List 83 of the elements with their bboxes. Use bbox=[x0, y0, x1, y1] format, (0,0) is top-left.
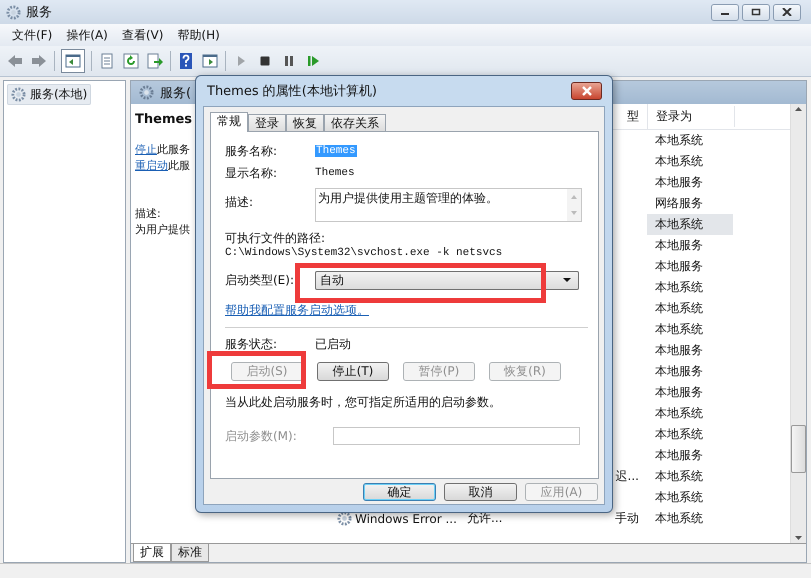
table-cell: 允许... bbox=[467, 510, 502, 527]
table-cell[interactable]: 网络服务 bbox=[647, 193, 733, 214]
back-arrow-icon[interactable] bbox=[6, 52, 24, 70]
help-icon[interactable] bbox=[177, 52, 195, 70]
console-tree-icon[interactable] bbox=[61, 49, 85, 73]
action-link[interactable]: 停止 bbox=[135, 142, 157, 158]
dialog-tab[interactable]: 常规 bbox=[210, 112, 248, 132]
close-button[interactable] bbox=[773, 4, 801, 20]
refresh-icon[interactable] bbox=[122, 52, 140, 70]
dialog-tab[interactable]: 登录 bbox=[248, 114, 286, 131]
table-cell[interactable]: 本地系统 bbox=[647, 277, 733, 298]
service-title: Themes bbox=[135, 112, 192, 128]
tree-item-label: 服务(本地) bbox=[30, 86, 88, 103]
close-icon bbox=[580, 86, 592, 96]
field-label: 服务状态: bbox=[225, 336, 278, 352]
restore-icon bbox=[751, 8, 761, 16]
table-cell[interactable]: 本地系统 bbox=[647, 214, 733, 235]
column-header[interactable]: 登录为 bbox=[648, 106, 735, 127]
dialog-tab[interactable]: 依存关系 bbox=[324, 114, 386, 131]
hint-text: 当从此处启动服务时，您可指定所适用的启动参数。 bbox=[225, 394, 502, 411]
table-cell[interactable]: 本地服务 bbox=[647, 340, 733, 361]
dialog-title: Themes 的属性(本地计算机) bbox=[207, 83, 377, 100]
description-text: 为用户提供 bbox=[135, 222, 190, 238]
scroll-thumb[interactable] bbox=[791, 425, 806, 473]
table-cell[interactable]: 本地服务 bbox=[647, 172, 733, 193]
window-title: 服务 bbox=[26, 4, 52, 21]
table-cell[interactable]: 本地系统 bbox=[647, 151, 733, 172]
table-cell[interactable]: 本地系统 bbox=[647, 298, 733, 319]
table-cell[interactable]: 本地系统 bbox=[647, 130, 733, 151]
table-cell[interactable]: 本地服务 bbox=[647, 445, 733, 466]
view-tab[interactable]: 扩展 bbox=[133, 544, 171, 562]
field-label: 描述: bbox=[225, 194, 254, 211]
field-label: 服务名称: bbox=[225, 142, 278, 160]
table-cell: 手动 bbox=[615, 510, 639, 527]
export-list-icon[interactable] bbox=[146, 52, 164, 70]
dialog-button[interactable]: 确定 bbox=[363, 483, 436, 501]
menu-item[interactable]: 操作(A) bbox=[66, 26, 108, 44]
table-cell: Windows Error ... bbox=[355, 512, 457, 526]
close-icon bbox=[782, 8, 792, 16]
menu-item[interactable]: 帮助(H) bbox=[177, 26, 220, 44]
close-button[interactable] bbox=[571, 82, 602, 100]
path-value: C:\Windows\System32\svchost.exe -k netsvcs bbox=[225, 247, 504, 259]
view-tab[interactable]: 标准 bbox=[171, 544, 209, 562]
action-text: 此服务 bbox=[157, 142, 190, 158]
panel-icon[interactable] bbox=[201, 52, 219, 70]
dialog-button[interactable]: 取消 bbox=[444, 483, 517, 501]
help-link[interactable]: 帮助我配置服务启动选项。 bbox=[225, 302, 369, 319]
restore-button[interactable] bbox=[742, 4, 770, 20]
gear-icon bbox=[337, 511, 352, 526]
startup-type-dropdown[interactable]: 自动 bbox=[315, 270, 579, 290]
field-label: 启动类型(E): bbox=[225, 272, 295, 288]
gear-icon bbox=[139, 85, 154, 100]
status-value: 已启动 bbox=[315, 336, 351, 352]
description-label: 描述: bbox=[135, 206, 161, 222]
scrollbar[interactable] bbox=[790, 104, 806, 543]
field-label: 启动参数(M): bbox=[225, 428, 298, 444]
table-cell[interactable]: 本地服务 bbox=[647, 382, 733, 403]
table-cell[interactable]: 本地系统 bbox=[647, 508, 733, 529]
menu-item[interactable]: 查看(V) bbox=[122, 26, 164, 44]
action-text: 此服 bbox=[168, 158, 190, 174]
table-cell[interactable]: 本地服务 bbox=[647, 235, 733, 256]
table-cell[interactable]: 本地系统 bbox=[647, 319, 733, 340]
dialog-tab[interactable]: 恢复 bbox=[286, 114, 324, 131]
gear-icon bbox=[11, 87, 26, 102]
dropdown-arrow-icon bbox=[562, 277, 572, 283]
minimize-button[interactable] bbox=[711, 4, 739, 20]
field-label: 可执行文件的路径: bbox=[225, 230, 326, 247]
table-cell[interactable]: 本地系统 bbox=[647, 466, 733, 487]
menu-item[interactable]: 文件(F) bbox=[12, 26, 52, 44]
table-cell[interactable]: 本地服务 bbox=[647, 256, 733, 277]
field-label: 显示名称: bbox=[225, 164, 278, 182]
table-cell[interactable]: 本地系统 bbox=[647, 487, 733, 508]
action-link[interactable]: 重启动 bbox=[135, 158, 168, 174]
forward-arrow-icon[interactable] bbox=[30, 52, 48, 70]
control-button[interactable]: 停止(T) bbox=[317, 362, 389, 381]
table-cell[interactable]: 本地系统 bbox=[647, 403, 733, 424]
table-cell[interactable]: 本地系统 bbox=[647, 424, 733, 445]
table-cell: 迟... bbox=[616, 468, 639, 485]
gear-icon bbox=[6, 4, 21, 20]
display-name-value: Themes bbox=[315, 167, 355, 179]
tree-item[interactable]: 服务(本地) bbox=[7, 84, 92, 105]
panel-title: 服务( bbox=[160, 84, 192, 102]
table-cell[interactable]: 本地服务 bbox=[647, 361, 733, 382]
